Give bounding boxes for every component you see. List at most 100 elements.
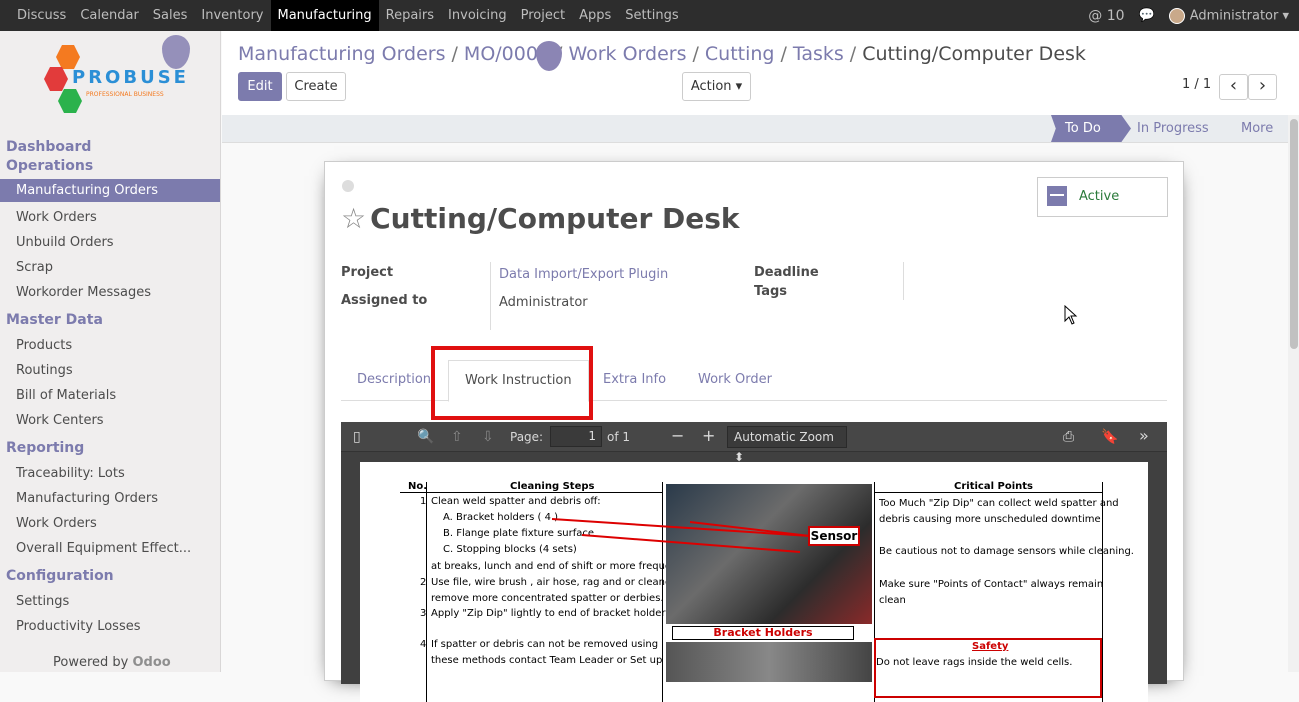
- zoom-in-icon[interactable]: +: [702, 426, 715, 445]
- tab-work-order[interactable]: Work Order: [682, 360, 788, 401]
- menu-settings[interactable]: Settings: [618, 0, 685, 31]
- next-page-icon[interactable]: ⇩: [482, 429, 494, 445]
- control-panel: Manufacturing Orders/MO/0001/Work Orders…: [222, 31, 1299, 115]
- breadcrumb-manufacturing-orders[interactable]: Manufacturing Orders: [238, 43, 446, 65]
- menu-discuss[interactable]: Discuss: [10, 0, 73, 31]
- sidebar-item-work-orders[interactable]: Work Orders: [0, 205, 220, 230]
- form-sheet: ☆ Cutting/Computer Desk Active Project As…: [324, 161, 1184, 702]
- pdf-critical-text: Make sure "Points of Contact" always rem…: [879, 579, 1104, 590]
- sidebar-item-scrap[interactable]: Scrap: [0, 255, 220, 280]
- pdf-bracket-label: Bracket Holders: [672, 626, 854, 640]
- active-label: Active: [1079, 189, 1120, 204]
- pdf-safety-title: Safety: [972, 641, 1009, 652]
- deadline-label: Deadline: [754, 265, 819, 280]
- avatar: [1168, 7, 1185, 24]
- chat-icon[interactable]: 💬: [1139, 8, 1155, 23]
- sidebar-item-products[interactable]: Products: [0, 333, 220, 358]
- status-in-progress[interactable]: In Progress: [1123, 115, 1223, 142]
- pdf-viewer: ▯ 🔍 ⇧ ⇩ Page: 1 of 1 − + Automatic Zoom …: [341, 422, 1167, 702]
- project-label: Project: [341, 265, 394, 280]
- sidebar-item-bill-of-materials[interactable]: Bill of Materials: [0, 383, 220, 408]
- menu-apps[interactable]: Apps: [572, 0, 618, 31]
- drop-icon: [536, 41, 562, 71]
- assigned-to-field[interactable]: Administrator: [499, 295, 588, 310]
- menu-invoicing[interactable]: Invoicing: [441, 0, 514, 31]
- sidebar-item-unbuild-orders[interactable]: Unbuild Orders: [0, 230, 220, 255]
- logo-brand: PROBUSE: [72, 67, 189, 88]
- sidebar-toggle-icon[interactable]: ▯: [353, 429, 361, 445]
- user-menu[interactable]: Administrator ▾: [1168, 7, 1289, 24]
- page-scrollbar[interactable]: [1288, 115, 1299, 672]
- section-dashboard[interactable]: Dashboard: [0, 138, 220, 157]
- sidebar-item-report-work-orders[interactable]: Work Orders: [0, 511, 220, 536]
- pdf-toolbar: ▯ 🔍 ⇧ ⇩ Page: 1 of 1 − + Automatic Zoom …: [341, 422, 1167, 464]
- logo-tagline: PROFESSIONAL BUSINESS: [86, 91, 164, 98]
- mouse-cursor-icon: [1064, 305, 1078, 325]
- pdf-critical-text: Too Much "Zip Dip" can collect weld spat…: [879, 498, 1119, 509]
- edit-button[interactable]: Edit: [238, 72, 282, 101]
- sidebar-item-routings[interactable]: Routings: [0, 358, 220, 383]
- action-dropdown[interactable]: Action ▾: [682, 72, 751, 101]
- record-title: ☆ Cutting/Computer Desk: [341, 202, 740, 235]
- sidebar-item-manufacturing-orders[interactable]: Manufacturing Orders: [0, 179, 220, 202]
- status-bar: To Do In Progress More: [222, 115, 1289, 143]
- section-reporting: Reporting: [6, 440, 85, 456]
- sidebar-item-oee[interactable]: Overall Equipment Effect...: [0, 536, 220, 561]
- breadcrumb-tasks[interactable]: Tasks: [793, 43, 844, 65]
- sidebar-item-workorder-messages[interactable]: Workorder Messages: [0, 280, 220, 305]
- active-toggle-button[interactable]: Active: [1037, 177, 1168, 217]
- page-label: Page:: [510, 430, 544, 444]
- pdf-sensor-label: Sensor: [808, 526, 860, 546]
- priority-dot[interactable]: [342, 180, 354, 192]
- menu-project[interactable]: Project: [514, 0, 572, 31]
- record-title-text: Cutting/Computer Desk: [370, 202, 740, 235]
- breadcrumb-work-orders[interactable]: Work Orders: [568, 43, 686, 65]
- menu-repairs[interactable]: Repairs: [379, 0, 441, 31]
- previous-page-icon[interactable]: ⇧: [451, 429, 463, 445]
- drop-icon: [162, 35, 190, 69]
- section-master-data: Master Data: [6, 312, 103, 328]
- search-icon[interactable]: 🔍: [417, 429, 434, 445]
- sidebar-item-report-manufacturing-orders[interactable]: Manufacturing Orders: [0, 486, 220, 511]
- menu-manufacturing[interactable]: Manufacturing: [270, 0, 379, 31]
- menu-inventory[interactable]: Inventory: [194, 0, 270, 31]
- create-button[interactable]: Create: [286, 72, 346, 101]
- bookmark-icon[interactable]: 🔖: [1101, 429, 1118, 445]
- pdf-critical-text: debris causing more unscheduled downtime: [879, 514, 1101, 525]
- top-navbar: Discuss Calendar Sales Inventory Manufac…: [0, 0, 1299, 31]
- zoom-out-icon[interactable]: −: [671, 426, 684, 445]
- breadcrumb-cutting[interactable]: Cutting: [705, 43, 775, 65]
- sidebar: PROBUSE PROFESSIONAL BUSINESS Dashboard …: [0, 31, 221, 672]
- page-number-input[interactable]: 1: [550, 426, 602, 447]
- zoom-select[interactable]: Automatic Zoom ⬍: [727, 426, 847, 464]
- user-name: Administrator ▾: [1189, 8, 1289, 23]
- page-count: of 1: [607, 430, 631, 444]
- pager-value[interactable]: 1 / 1: [1182, 77, 1211, 92]
- archive-icon: [1047, 186, 1067, 206]
- sidebar-item-work-centers[interactable]: Work Centers: [0, 408, 220, 433]
- main-menu: Discuss Calendar Sales Inventory Manufac…: [0, 0, 686, 31]
- sidebar-item-settings[interactable]: Settings: [0, 589, 220, 614]
- pager-next-button[interactable]: ›: [1248, 74, 1277, 100]
- powered-by-brand: Odoo: [132, 655, 171, 670]
- pdf-page: No. Cleaning Steps Critical Points 1 Cle…: [360, 462, 1148, 702]
- pdf-critical-text: clean: [879, 595, 906, 606]
- tab-extra-info[interactable]: Extra Info: [587, 360, 682, 401]
- pager-prev-button[interactable]: ‹: [1219, 74, 1248, 100]
- sidebar-item-productivity-losses[interactable]: Productivity Losses: [0, 614, 220, 639]
- star-icon[interactable]: ☆: [341, 202, 366, 235]
- tools-icon[interactable]: »: [1139, 426, 1149, 445]
- highlight-box: [431, 346, 593, 420]
- project-field[interactable]: Data Import/Export Plugin: [499, 267, 668, 282]
- status-todo[interactable]: To Do: [1051, 115, 1131, 142]
- company-logo: PROBUSE PROFESSIONAL BUSINESS: [0, 31, 220, 123]
- mentions-counter[interactable]: @ 10: [1088, 8, 1124, 24]
- sidebar-item-traceability-lots[interactable]: Traceability: Lots: [0, 461, 220, 486]
- status-more[interactable]: More: [1227, 115, 1287, 142]
- powered-by[interactable]: Powered by Odoo: [53, 655, 171, 670]
- menu-calendar[interactable]: Calendar: [73, 0, 145, 31]
- menu-sales[interactable]: Sales: [146, 0, 195, 31]
- print-icon[interactable]: ⎙: [1063, 429, 1074, 445]
- breadcrumb-current: Cutting/Computer Desk: [862, 43, 1086, 65]
- tags-label: Tags: [754, 284, 788, 299]
